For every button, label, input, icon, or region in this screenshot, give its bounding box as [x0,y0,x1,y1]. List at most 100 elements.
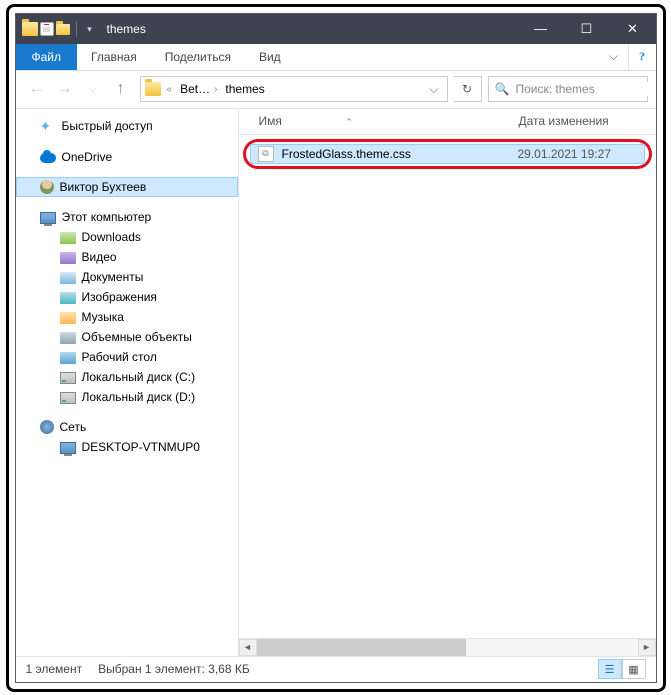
breadcrumb-2-label: themes [225,82,264,96]
cloud-icon [40,153,56,163]
column-name[interactable]: Имя ⌃ [259,114,519,128]
file-list[interactable]: ⧉ FrostedGlass.theme.css 29.01.2021 19:2… [239,135,656,638]
search-icon: 🔍 [495,82,510,96]
tree-quick-access[interactable]: ✦ Быстрый доступ [16,115,238,137]
tree-label: Сеть [60,420,87,434]
qat-properties-icon[interactable] [40,22,54,36]
nav-forward-button[interactable]: → [52,76,78,102]
address-folder-icon [145,82,161,96]
view-details-button[interactable]: ☰ [598,659,622,679]
star-icon: ✦ [40,118,56,134]
tree-music[interactable]: Музыка [16,307,238,327]
tree-label: Этот компьютер [62,210,152,224]
scroll-track[interactable] [257,639,638,656]
nav-history-dropdown[interactable]: ⌵ [80,76,106,102]
search-input[interactable] [515,82,656,96]
tree-downloads[interactable]: Downloads [16,227,238,247]
tree-network-pc[interactable]: DESKTOP-VTNMUP0 [16,437,238,457]
search-box[interactable]: 🔍 [488,76,648,102]
annotation-highlight: ⧉ FrostedGlass.theme.css 29.01.2021 19:2… [243,139,652,169]
breadcrumb-1-label: Bet… [180,82,210,96]
tree-network[interactable]: Сеть [16,417,238,437]
divider [76,21,77,37]
pc-icon [60,442,76,454]
tree-documents[interactable]: Документы [16,267,238,287]
tree-onedrive[interactable]: OneDrive [16,147,238,167]
column-date[interactable]: Дата изменения [519,114,656,128]
nav-back-button[interactable]: ← [24,76,50,102]
documents-icon [60,272,76,284]
tree-label: Видео [82,250,117,264]
status-item-count: 1 элемент [26,662,83,676]
file-date: 29.01.2021 19:27 [518,147,611,161]
scroll-left-button[interactable]: ◄ [239,639,257,656]
tree-label: DESKTOP-VTNMUP0 [82,440,200,454]
column-label: Имя [259,114,282,128]
scroll-right-button[interactable]: ► [638,639,656,656]
chevron-right-icon: › [214,84,217,95]
tree-3d-objects[interactable]: Объемные объекты [16,327,238,347]
tree-drive-c[interactable]: Локальный диск (C:) [16,367,238,387]
drive-icon [60,392,76,404]
tree-desktop[interactable]: Рабочий стол [16,347,238,367]
tree-pictures[interactable]: Изображения [16,287,238,307]
ribbon-expand-icon[interactable]: ⌵ [600,44,628,70]
tree-label: Локальный диск (D:) [82,390,196,404]
objects3d-icon [60,332,76,344]
breadcrumb-prev-sep[interactable]: « [165,82,175,97]
file-pane: Имя ⌃ Дата изменения ⧉ FrostedGlass.them… [239,109,656,656]
breadcrumb-2[interactable]: themes [223,80,266,98]
tree-label: OneDrive [62,150,113,164]
address-bar[interactable]: « Bet… › themes ⌵ [140,76,448,102]
title-bar[interactable]: ▾ themes — ☐ ✕ [16,14,656,44]
tree-label: Downloads [82,230,141,244]
tree-drive-d[interactable]: Локальный диск (D:) [16,387,238,407]
status-bar: 1 элемент Выбран 1 элемент: 3,68 КБ ☰ ▦ [16,656,656,682]
tab-file[interactable]: Файл [16,44,78,70]
nav-tree[interactable]: ✦Быстрый доступ OneDrive Виктор Бухтеев … [16,109,239,656]
maximize-button[interactable]: ☐ [564,14,610,44]
video-icon [60,252,76,264]
nav-up-button[interactable]: ↑ [108,76,134,102]
status-selection: Выбран 1 элемент: 3,68 КБ [98,662,250,676]
tree-label: Рабочий стол [82,350,157,364]
window-title: themes [103,22,518,36]
breadcrumb-1[interactable]: Bet… › [178,80,219,98]
css-file-icon: ⧉ [258,146,274,162]
tree-label: Музыка [82,310,124,324]
pictures-icon [60,292,76,304]
tree-videos[interactable]: Видео [16,247,238,267]
address-dropdown-icon[interactable]: ⌵ [425,82,442,97]
qat-newfolder-icon[interactable] [56,22,70,36]
close-button[interactable]: ✕ [610,14,656,44]
drive-icon [60,372,76,384]
sort-indicator-icon: ⌃ [345,117,353,127]
tree-label: Изображения [82,290,157,304]
horizontal-scrollbar[interactable]: ◄ ► [239,638,656,656]
tab-share[interactable]: Поделиться [151,44,245,70]
file-row[interactable]: ⧉ FrostedGlass.theme.css 29.01.2021 19:2… [250,144,645,164]
ribbon-tabs: Файл Главная Поделиться Вид ⌵ ? [16,44,656,71]
tab-home[interactable]: Главная [77,44,151,70]
column-headers: Имя ⌃ Дата изменения [239,109,656,135]
tree-this-pc[interactable]: Этот компьютер [16,207,238,227]
pc-icon [40,212,56,224]
tree-label: Виктор Бухтеев [60,180,147,194]
tree-label: Быстрый доступ [62,119,153,133]
tree-label: Документы [82,270,144,284]
minimize-button[interactable]: — [518,14,564,44]
tab-view[interactable]: Вид [245,44,295,70]
help-button[interactable]: ? [628,44,656,70]
desktop-icon [60,352,76,364]
qat-dropdown-icon[interactable]: ▾ [83,22,97,36]
tree-user[interactable]: Виктор Бухтеев [16,177,238,197]
view-icons-button[interactable]: ▦ [622,659,646,679]
file-name: FrostedGlass.theme.css [282,147,518,161]
explorer-window: ▾ themes — ☐ ✕ Файл Главная Поделиться В… [15,13,657,683]
scroll-thumb[interactable] [257,639,467,656]
tree-label: Объемные объекты [82,330,192,344]
navigation-bar: ← → ⌵ ↑ « Bet… › themes ⌵ ↻ 🔍 [16,71,656,109]
user-icon [40,180,54,194]
refresh-button[interactable]: ↻ [454,76,482,102]
app-icon [22,22,38,36]
